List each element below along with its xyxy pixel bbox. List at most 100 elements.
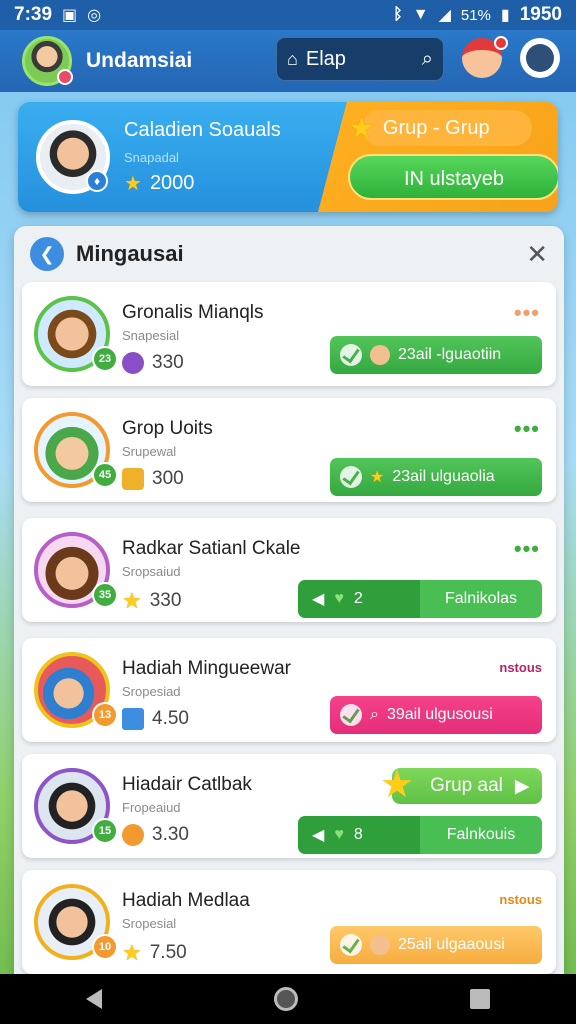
list-item[interactable]: 10 Hadiah Medlaa Sropesial ★ 7.50 nstous …	[22, 870, 556, 974]
nav-home-icon[interactable]	[274, 987, 298, 1011]
signal-icon: ◢	[438, 7, 451, 24]
status-badge: nstous	[499, 892, 542, 907]
profile-card-left: ♦ Caladien Soauals Snapadal ★ 2000	[18, 102, 348, 212]
heart-icon: ♥	[334, 826, 344, 843]
list-item[interactable]: 13 Hadiah Mingueewar Sropesiad 4.50 nsto…	[22, 638, 556, 742]
segment-counter[interactable]: ◀ ♥ 2	[298, 580, 420, 618]
more-options-icon[interactable]: •••	[514, 416, 540, 442]
member-subtitle: Srupewal	[122, 444, 177, 459]
face-icon	[370, 935, 390, 955]
star-icon: ★	[122, 588, 142, 613]
level-badge: 45	[92, 462, 118, 488]
arrow-left-icon: ◀	[312, 591, 325, 608]
gem-icon	[122, 352, 144, 374]
close-icon[interactable]: ✕	[526, 239, 548, 270]
group-pill[interactable]: ★ Grup - Grup	[348, 110, 532, 146]
member-segmented-control[interactable]: ◀ ♥ 8 Falnkouis	[298, 816, 542, 854]
notification-dot-icon	[494, 36, 508, 50]
member-segmented-control[interactable]: ◀ ♥ 2 Falnikolas	[298, 580, 542, 618]
level-badge: 10	[92, 934, 118, 960]
battery-percent: 51%	[460, 6, 491, 24]
score-value: 4.50	[152, 708, 189, 729]
search-text: Elap	[305, 47, 346, 70]
profile-button[interactable]	[520, 38, 560, 78]
member-subtitle: Fropeaiud	[122, 800, 181, 815]
member-name: Gronalis Mianqls	[122, 302, 264, 323]
heart-icon: ♥	[334, 590, 344, 607]
star-icon: ★	[380, 764, 415, 806]
status-bar: 7:39 ▣ ◎ ᛒ ▼ ◢ 51% ▮ 1950	[0, 0, 576, 30]
shield-icon	[122, 468, 144, 490]
cta-button[interactable]: IN ulstayeb	[348, 154, 558, 200]
profile-subtitle: Snapadal	[124, 149, 179, 165]
profile-points: ★ 2000	[124, 171, 281, 196]
more-options-icon[interactable]: •••	[514, 300, 540, 326]
member-score: ★ 330	[122, 588, 181, 614]
search-icon: ⌕	[370, 706, 379, 723]
profile-icon	[526, 44, 554, 72]
more-options-icon[interactable]: •••	[514, 536, 540, 562]
member-subtitle: Sropsaiud	[122, 564, 181, 579]
status-time: 7:39	[14, 4, 53, 25]
member-action-button[interactable]: ★ 23ail ulguaolia	[330, 458, 542, 496]
member-score: 4.50	[122, 708, 189, 730]
segment-label[interactable]: Falnkouis	[420, 816, 542, 854]
search-box[interactable]: ⌂ Elap ⌕	[276, 37, 444, 81]
list-item[interactable]: 35 Radkar Satianl Ckale Sropsaiud ★ 330 •…	[22, 518, 556, 622]
back-button[interactable]: ❮	[30, 237, 64, 271]
score-value: 330	[152, 352, 184, 373]
points-value: 2000	[149, 171, 195, 194]
coin-icon	[122, 824, 144, 846]
score-value: 330	[149, 590, 182, 611]
member-name: Hadiah Mingueewar	[122, 658, 291, 679]
level-badge: 15	[92, 818, 118, 844]
system-nav-bar	[0, 974, 576, 1024]
member-action-button[interactable]: 25ail ulgaaousi	[330, 926, 542, 964]
panel-title: Mingausai	[76, 241, 184, 266]
sync-icon: ◎	[87, 7, 102, 24]
profile-avatar[interactable]: ♦	[36, 120, 110, 194]
panel-header: ❮ Mingausai ✕	[14, 226, 564, 282]
search-icon[interactable]: ⌕	[422, 48, 433, 71]
level-badge: 13	[92, 702, 118, 728]
status-clock: 1950	[519, 4, 562, 25]
nav-recents-icon[interactable]	[470, 989, 490, 1009]
user-avatar[interactable]	[22, 36, 73, 86]
notification-icon: ▣	[62, 7, 78, 24]
segment-count: 8	[353, 826, 363, 843]
score-value: 7.50	[149, 942, 187, 963]
segment-counter[interactable]: ◀ ♥ 8	[298, 816, 420, 854]
group-button[interactable]: ★ Grup aal ▶	[380, 764, 542, 806]
star-icon: ★	[348, 111, 375, 145]
check-icon	[340, 704, 362, 726]
app-bar: Undamsiai ⌂ Elap ⌕	[0, 30, 576, 92]
score-value: 3.30	[152, 824, 189, 845]
leaderboard-panel: ❮ Mingausai ✕ 23 Gronalis Mianqls Snapes…	[14, 226, 564, 974]
segment-count: 2	[353, 590, 363, 607]
member-subtitle: Sropesiad	[122, 684, 181, 699]
check-icon	[340, 466, 362, 488]
list-item[interactable]: 23 Gronalis Mianqls Snapesial 330 ••• 23…	[22, 282, 556, 386]
mascot-icon[interactable]	[462, 36, 508, 78]
level-badge: 35	[92, 582, 118, 608]
card-icon	[122, 708, 144, 730]
segment-label[interactable]: Falnikolas	[420, 580, 542, 618]
member-score: 3.30	[122, 824, 189, 846]
check-icon	[340, 344, 362, 366]
star-icon: ★	[370, 469, 385, 486]
app-title: Undamsiai	[86, 49, 193, 72]
profile-card: ♦ Caladien Soauals Snapadal ★ 2000 ★ Gru…	[18, 102, 558, 212]
member-score: 300	[122, 468, 184, 490]
member-name: Hiadair Catlbak	[122, 774, 252, 795]
member-score: ★ 7.50	[122, 940, 187, 966]
avatar-badge-icon	[57, 69, 73, 85]
list-item[interactable]: 15 Hiadair Catlbak Fropeaiud 3.30 ★ Grup …	[22, 754, 556, 858]
bluetooth-icon: ᛒ	[393, 6, 403, 23]
action-label: 25ail ulgaaousi	[398, 936, 505, 953]
home-icon: ⌂	[287, 48, 298, 69]
member-action-button[interactable]: 23ail -lguaotiin	[330, 336, 542, 374]
star-icon: ★	[124, 172, 142, 195]
list-item[interactable]: 45 Grop Uoits Srupewal 300 ••• ★ 23ail ul…	[22, 398, 556, 502]
member-action-button[interactable]: ⌕ 39ail ulgusousi	[330, 696, 542, 734]
nav-back-icon[interactable]	[86, 989, 102, 1009]
